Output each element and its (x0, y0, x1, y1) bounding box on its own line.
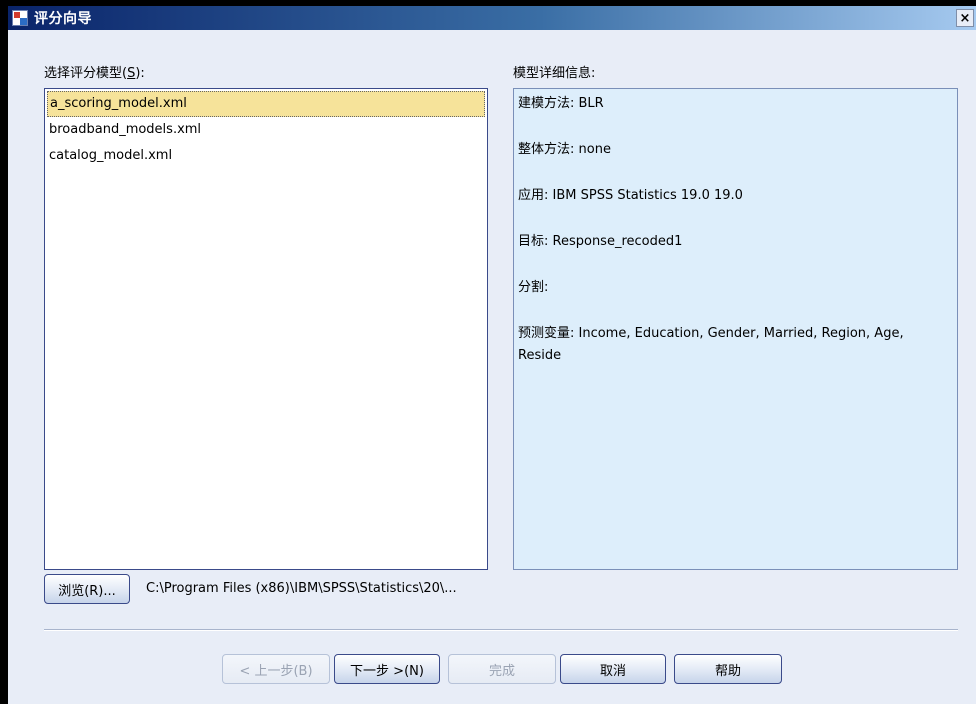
detail-predictors: 预测变量: Income, Education, Gender, Married… (518, 326, 904, 341)
model-details-panel: 建模方法: BLR 整体方法: none 应用: IBM SPSS Statis… (513, 88, 958, 570)
help-button[interactable]: 帮助 (674, 654, 782, 684)
detail-ensemble-method: 整体方法: none (518, 142, 611, 157)
close-button[interactable]: × (956, 9, 974, 27)
detail-modeling-method: 建模方法: BLR (518, 96, 604, 111)
separator (44, 629, 958, 631)
next-button[interactable]: 下一步 >(N) (334, 654, 440, 684)
window-title: 评分向导 (34, 11, 92, 27)
title-bar[interactable]: 评分向导 × (8, 6, 976, 30)
list-item[interactable]: broadband_models.xml (47, 117, 485, 143)
model-path: C:\Program Files (x86)\IBM\SPSS\Statisti… (146, 581, 457, 596)
list-item[interactable]: catalog_model.xml (47, 143, 485, 169)
detail-split: 分割: (518, 280, 549, 295)
scoring-wizard-dialog: 评分向导 × 选择评分模型(S): 模型详细信息: a_scoring_mode… (8, 6, 976, 704)
model-list-label: 选择评分模型(S): (44, 66, 145, 81)
finish-button[interactable]: 完成 (448, 654, 556, 684)
browse-button[interactable]: 浏览(R)... (44, 574, 130, 604)
list-item[interactable]: a_scoring_model.xml (47, 91, 485, 117)
detail-application: 应用: IBM SPSS Statistics 19.0 19.0 (518, 188, 743, 203)
detail-predictors-cont: Reside (518, 348, 562, 363)
cancel-button[interactable]: 取消 (560, 654, 666, 684)
app-icon (12, 10, 28, 26)
model-listbox[interactable]: a_scoring_model.xml broadband_models.xml… (44, 88, 488, 570)
detail-target: 目标: Response_recoded1 (518, 234, 683, 249)
back-button[interactable]: < 上一步(B) (222, 654, 330, 684)
model-details-label: 模型详细信息: (513, 66, 596, 81)
